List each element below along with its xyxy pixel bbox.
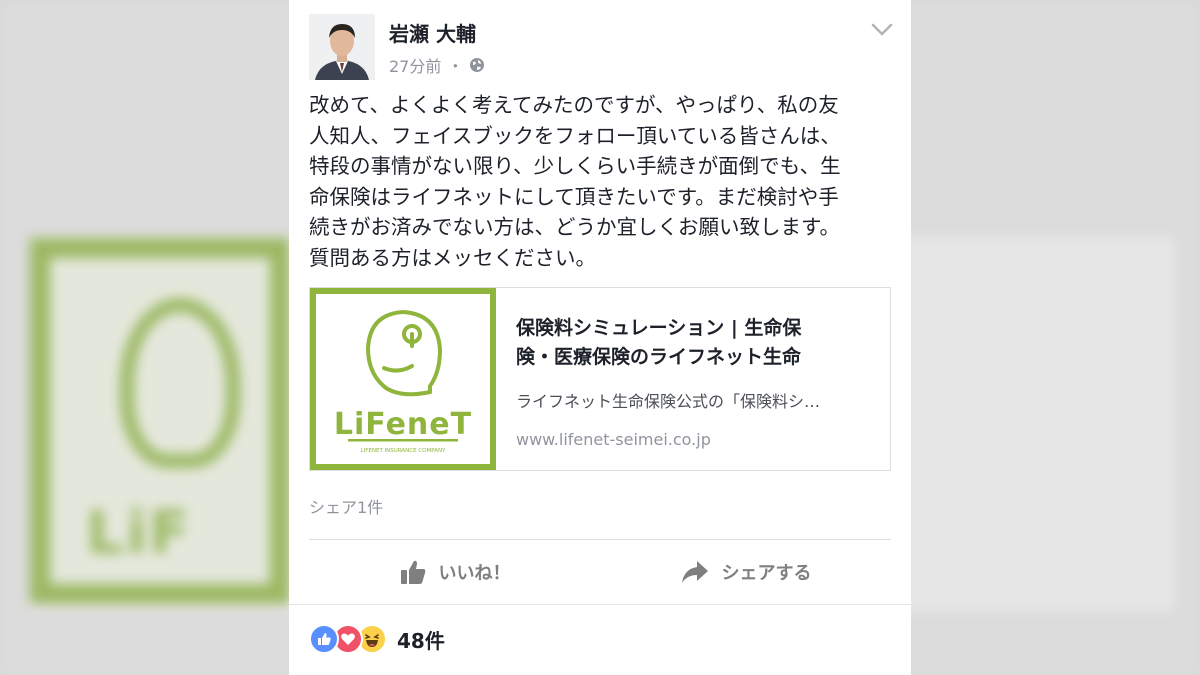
lifenet-logo[interactable]: LiFeneT LIFENET INSURANCE COMPANY xyxy=(310,288,496,470)
link-title[interactable]: 保険料シミュレーション | 生命保 険・医療保険のライフネット生命 xyxy=(516,314,886,372)
share-label: シェアする xyxy=(721,563,812,584)
post-body-line: 特段の事情がない限り、少しくらい手続きが面倒でも、生 xyxy=(309,154,841,178)
post-body-line: 人知人、フェイスブックをフォロー頂いている皆さんは、 xyxy=(309,123,841,148)
action-bar: いいね！ シェアする xyxy=(309,540,891,604)
like-label: いいね！ xyxy=(438,563,511,584)
share-count[interactable]: シェア1件 xyxy=(309,494,383,518)
share-button[interactable]: シェアする xyxy=(600,540,891,604)
divider xyxy=(289,604,911,605)
link-info: 保険料シミュレーション | 生命保 険・医療保険のライフネット生命 ライフネット… xyxy=(496,288,886,470)
share-arrow-icon xyxy=(680,559,710,585)
reactions-summary[interactable]: 48件 xyxy=(309,624,445,654)
thumbs-up-icon xyxy=(399,558,427,586)
globe-icon[interactable] xyxy=(469,57,485,73)
like-button[interactable]: いいね！ xyxy=(309,540,600,604)
post-timestamp[interactable]: 27分前 xyxy=(389,53,441,77)
link-title-line: 険・医療保険のライフネット生命 xyxy=(516,346,802,368)
reaction-count: 48件 xyxy=(397,628,445,653)
facebook-post: 岩瀬 大輔 27分前 ・ 改めて、よくよく考えてみたのですが、やっぱり、私の友 … xyxy=(289,0,911,675)
link-title-line: 保険料シミュレーション | 生命保 xyxy=(516,317,802,339)
meta-separator: ・ xyxy=(447,57,464,76)
logo-wordmark: LiFeneT xyxy=(334,407,472,442)
logo-subtitle: LIFENET INSURANCE COMPANY xyxy=(361,448,447,454)
chevron-down-icon[interactable] xyxy=(871,22,893,36)
post-body: 改めて、よくよく考えてみたのですが、やっぱり、私の友 人知人、フェイスブックをフ… xyxy=(309,90,889,273)
author-name[interactable]: 岩瀬 大輔 xyxy=(389,18,476,47)
post-body-line: 質問ある方はメッセください。 xyxy=(309,245,596,270)
post-body-line: 命保険はライフネットにして頂きたいです。まだ検討や手 xyxy=(309,184,839,209)
post-meta: 27分前 ・ xyxy=(389,53,485,77)
post-body-line: 改めて、よくよく考えてみたのですが、やっぱり、私の友 xyxy=(309,93,839,117)
like-icon xyxy=(309,624,339,654)
link-preview-card[interactable]: LiFeneT LIFENET INSURANCE COMPANY 保険料シミュ… xyxy=(309,287,891,471)
post-body-line: 続きがお済みでない方は、どうか宜しくお願い致します。 xyxy=(309,215,840,239)
avatar[interactable] xyxy=(309,14,375,80)
link-domain: www.lifenet-seimei.co.jp xyxy=(516,430,711,449)
link-description: ライフネット生命保険公式の「保険料シ… xyxy=(516,392,821,411)
